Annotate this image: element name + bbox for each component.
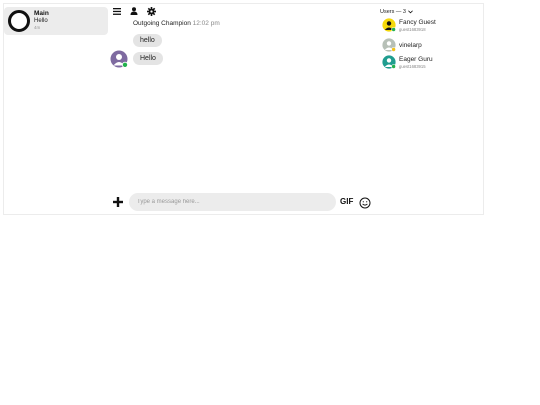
user-id: guest1683915 bbox=[399, 64, 426, 69]
settings-gear-icon[interactable] bbox=[146, 6, 156, 16]
users-panel-toggle[interactable]: Users — 3 bbox=[380, 9, 413, 15]
user-name: Eager Guru bbox=[399, 56, 433, 63]
user-name: Fancy Guest bbox=[399, 19, 436, 26]
channel-item-main[interactable]: Main Hello 4m bbox=[4, 7, 108, 35]
channel-name: Main bbox=[34, 10, 49, 17]
user-avatar-icon bbox=[382, 18, 396, 32]
user-avatar-icon bbox=[110, 50, 128, 68]
smiley-icon[interactable] bbox=[359, 196, 371, 209]
user-avatar-icon bbox=[382, 38, 396, 52]
chevron-down-icon bbox=[408, 10, 413, 14]
user-avatar-icon bbox=[382, 55, 396, 69]
channel-last-message: Hello bbox=[34, 18, 48, 24]
user-id: guest1683918 bbox=[399, 27, 426, 32]
plus-icon[interactable] bbox=[112, 195, 124, 207]
circle-logo-icon bbox=[8, 10, 30, 32]
message-bubble: hello bbox=[133, 34, 162, 47]
menu-icon[interactable] bbox=[112, 6, 122, 16]
user-icon[interactable] bbox=[129, 6, 139, 16]
users-count-label: Users — 3 bbox=[380, 9, 406, 15]
gif-button[interactable]: GIF bbox=[340, 197, 353, 206]
user-name: vinelarp bbox=[399, 42, 422, 49]
message-time: 12:02 pm bbox=[192, 20, 220, 27]
channel-list: Main Hello 4m bbox=[4, 7, 108, 35]
message-sender: Outgoing Champion bbox=[133, 20, 191, 27]
message-header: Outgoing Champion 12:02 pm bbox=[133, 20, 220, 27]
chat-toolbar bbox=[112, 5, 156, 17]
channel-time: 4m bbox=[34, 25, 41, 30]
message-input[interactable] bbox=[129, 193, 336, 211]
message-bubble: Hello bbox=[133, 52, 163, 65]
